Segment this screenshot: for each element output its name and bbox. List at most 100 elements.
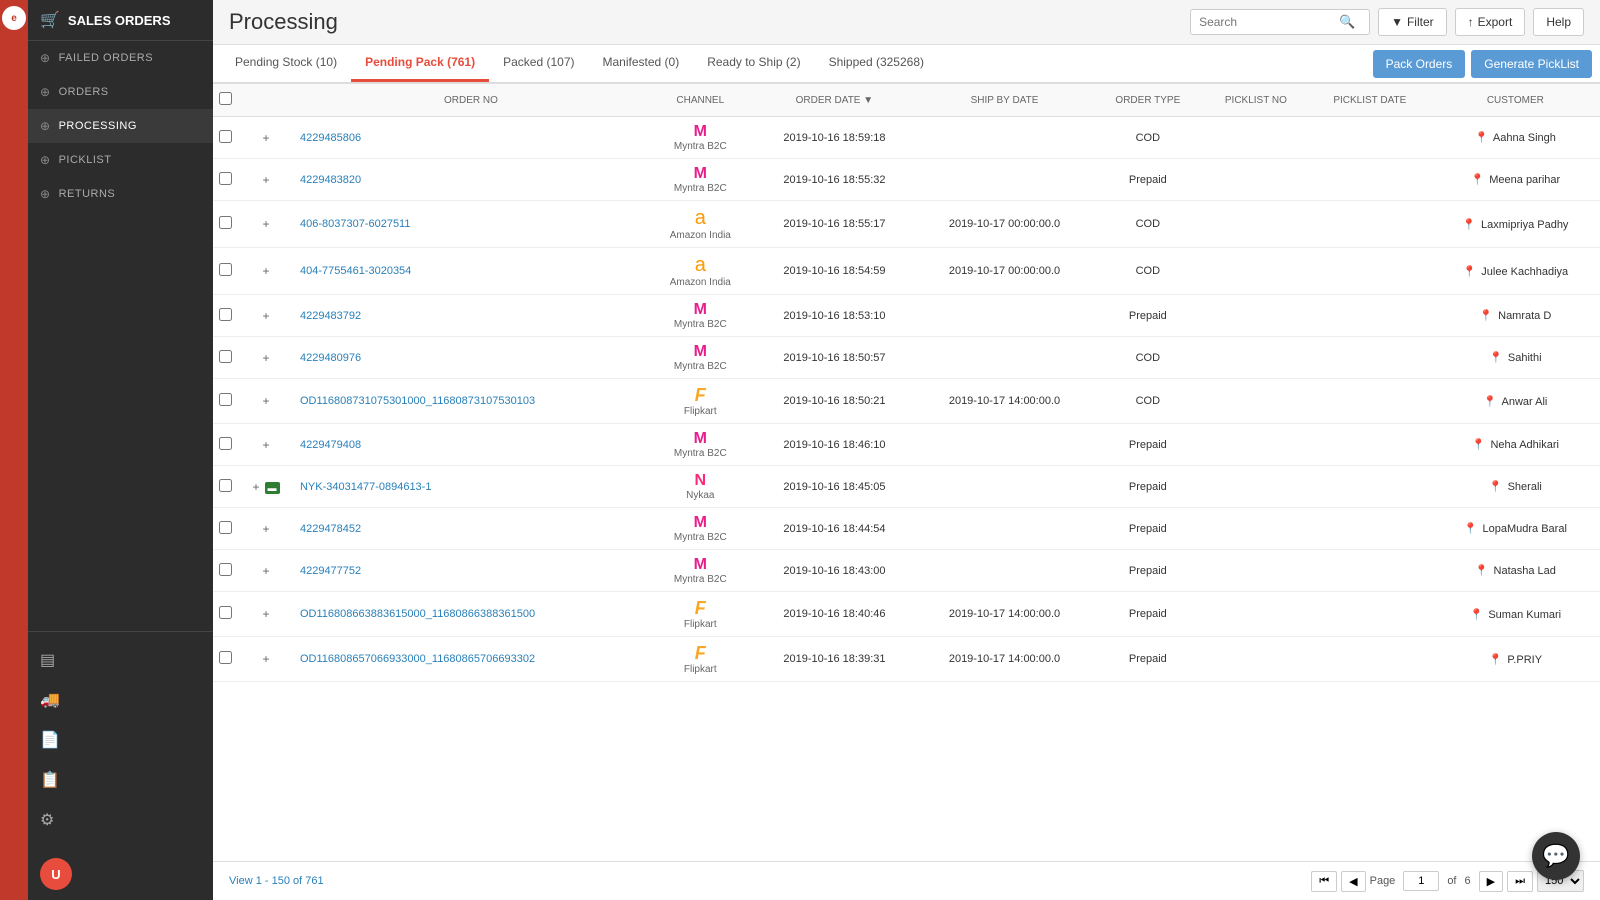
tab-packed[interactable]: Packed (107) xyxy=(489,45,588,82)
row-checkbox[interactable] xyxy=(219,172,232,185)
tab-ready-to-ship[interactable]: Ready to Ship (2) xyxy=(693,45,814,82)
expand-cell[interactable]: + xyxy=(238,337,294,379)
order-number[interactable]: 4229485806 xyxy=(294,117,648,159)
channel-cell: MMyntra B2C xyxy=(648,117,753,159)
expand-cell[interactable]: + xyxy=(238,295,294,337)
tab-pending-stock[interactable]: Pending Stock (10) xyxy=(221,45,351,82)
expand-cell[interactable]: + xyxy=(238,201,294,248)
flipkart-logo: F xyxy=(654,385,747,406)
order-type: COD xyxy=(1093,337,1203,379)
tab-pending-pack[interactable]: Pending Pack (761) xyxy=(351,45,489,82)
expand-button[interactable]: + xyxy=(262,217,269,231)
customer-name: 📍 Laxmipriya Padhy xyxy=(1431,201,1600,248)
expand-button[interactable]: + xyxy=(262,309,269,323)
order-number[interactable]: OD116808731075301000_11680873107530103 xyxy=(294,379,648,424)
expand-button[interactable]: + xyxy=(262,438,269,452)
expand-button[interactable]: + xyxy=(262,564,269,578)
order-date-header[interactable]: ORDER DATE ▼ xyxy=(753,84,917,117)
row-checkbox[interactable] xyxy=(219,479,232,492)
order-number[interactable]: 4229483792 xyxy=(294,295,648,337)
sidebar-item-extra5[interactable]: ⚙ xyxy=(28,800,213,840)
order-number[interactable]: 404-7755461-3020354 xyxy=(294,248,648,295)
row-checkbox[interactable] xyxy=(219,350,232,363)
expand-cell[interactable]: + xyxy=(238,159,294,201)
order-number[interactable]: 4229478452 xyxy=(294,508,648,550)
order-number[interactable]: 4229477752 xyxy=(294,550,648,592)
app-logo[interactable]: e xyxy=(2,6,26,30)
sidebar-item-picklist[interactable]: ⊕ PICKLIST xyxy=(28,143,213,177)
first-page-button[interactable]: ⏮ xyxy=(1311,871,1337,892)
expand-cell[interactable]: + xyxy=(238,508,294,550)
expand-button[interactable]: + xyxy=(262,522,269,536)
plus-icon: ⊕ xyxy=(40,119,51,133)
order-number[interactable]: 4229479408 xyxy=(294,424,648,466)
next-page-button[interactable]: ▶ xyxy=(1479,871,1503,892)
select-all-checkbox[interactable] xyxy=(219,92,232,105)
row-checkbox[interactable] xyxy=(219,563,232,576)
myntra-logo: M xyxy=(654,430,747,448)
row-checkbox[interactable] xyxy=(219,130,232,143)
row-checkbox[interactable] xyxy=(219,308,232,321)
sidebar-item-extra3[interactable]: 📄 xyxy=(28,720,213,760)
expand-cell[interactable]: + ▬ xyxy=(238,466,294,508)
expand-cell[interactable]: + xyxy=(238,424,294,466)
picklist-date xyxy=(1309,159,1431,201)
help-button[interactable]: Help xyxy=(1533,8,1584,36)
order-no-header[interactable]: ORDER NO xyxy=(294,84,648,117)
order-number[interactable]: 406-8037307-6027511 xyxy=(294,201,648,248)
expand-cell[interactable]: + xyxy=(238,117,294,159)
expand-button[interactable]: + xyxy=(262,131,269,145)
sidebar-item-extra1[interactable]: ▤ xyxy=(28,640,213,680)
expand-button[interactable]: + xyxy=(262,264,269,278)
generate-picklist-button[interactable]: Generate PickList xyxy=(1471,50,1592,78)
last-page-button[interactable]: ⏭ xyxy=(1507,871,1533,892)
table-row: + ▬ NYK-34031477-0894613-1 NNykaa 2019-1… xyxy=(213,466,1600,508)
pack-orders-button[interactable]: Pack Orders xyxy=(1373,50,1466,78)
expand-cell[interactable]: + xyxy=(238,592,294,637)
row-checkbox[interactable] xyxy=(219,263,232,276)
expand-button[interactable]: + xyxy=(262,351,269,365)
row-checkbox[interactable] xyxy=(219,606,232,619)
table-row: + 4229480976 MMyntra B2C 2019-10-16 18:5… xyxy=(213,337,1600,379)
expand-button[interactable]: + xyxy=(262,652,269,666)
row-checkbox[interactable] xyxy=(219,651,232,664)
prev-page-button[interactable]: ◀ xyxy=(1341,871,1365,892)
picklist-date xyxy=(1309,201,1431,248)
row-checkbox[interactable] xyxy=(219,521,232,534)
select-all-header[interactable] xyxy=(213,84,238,117)
order-number[interactable]: NYK-34031477-0894613-1 xyxy=(294,466,648,508)
picklist-no xyxy=(1203,424,1309,466)
chat-button[interactable]: 💬 xyxy=(1532,832,1580,880)
sidebar-item-orders[interactable]: ⊕ ORDERS xyxy=(28,75,213,109)
row-checkbox[interactable] xyxy=(219,437,232,450)
filter-button[interactable]: ▼ Filter xyxy=(1378,8,1447,36)
expand-cell[interactable]: + xyxy=(238,248,294,295)
order-number[interactable]: 4229483820 xyxy=(294,159,648,201)
export-button[interactable]: ↑ Export xyxy=(1455,8,1526,36)
sidebar-item-extra4[interactable]: 📋 xyxy=(28,760,213,800)
expand-cell[interactable]: + xyxy=(238,637,294,682)
sidebar-item-extra2[interactable]: 🚚 xyxy=(28,680,213,720)
tab-shipped[interactable]: Shipped (325268) xyxy=(815,45,938,82)
sidebar-item-failed-orders[interactable]: ⊕ FAILED ORDERS xyxy=(28,41,213,75)
expand-button[interactable]: + xyxy=(252,480,259,494)
expand-button[interactable]: + xyxy=(262,173,269,187)
row-checkbox[interactable] xyxy=(219,216,232,229)
search-input[interactable] xyxy=(1199,15,1339,29)
sidebar-item-returns[interactable]: ⊕ RETURNS xyxy=(28,177,213,211)
page-input[interactable] xyxy=(1403,871,1439,891)
picklist-date xyxy=(1309,550,1431,592)
row-checkbox[interactable] xyxy=(219,393,232,406)
order-number[interactable]: OD116808657066933000_11680865706693302 xyxy=(294,637,648,682)
expand-cell[interactable]: + xyxy=(238,550,294,592)
order-number[interactable]: 4229480976 xyxy=(294,337,648,379)
order-number[interactable]: OD116808663883615000_11680866388361500 xyxy=(294,592,648,637)
picklist-no xyxy=(1203,592,1309,637)
expand-button[interactable]: + xyxy=(262,607,269,621)
expand-button[interactable]: + xyxy=(262,394,269,408)
expand-cell[interactable]: + xyxy=(238,379,294,424)
tab-manifested[interactable]: Manifested (0) xyxy=(588,45,693,82)
picklist-no xyxy=(1203,201,1309,248)
picklist-no xyxy=(1203,466,1309,508)
sidebar-item-processing[interactable]: ⊕ PROCESSING xyxy=(28,109,213,143)
